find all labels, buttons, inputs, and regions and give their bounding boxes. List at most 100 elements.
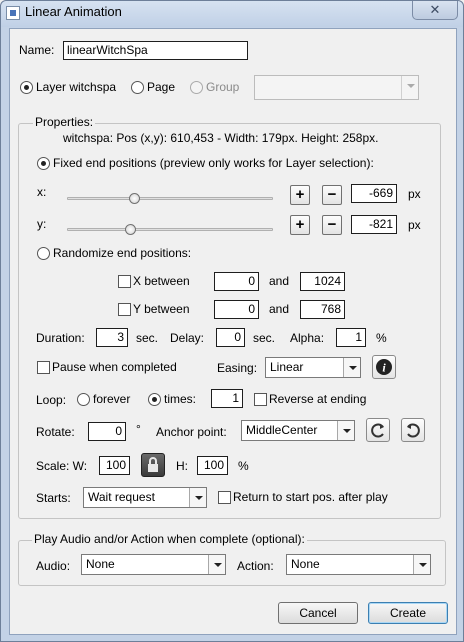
info-icon: i [376, 359, 392, 375]
alpha-unit: % [376, 331, 387, 345]
loop-forever-label[interactable]: forever [93, 392, 130, 406]
y-between-label[interactable]: Y between [133, 302, 190, 316]
y-minus-button[interactable]: − [322, 215, 342, 235]
x-label: x: [37, 185, 47, 199]
name-label: Name: [19, 43, 55, 57]
y-value-input[interactable]: -821 [351, 215, 397, 234]
page-radio[interactable] [131, 81, 144, 94]
x-between-to-input[interactable]: 1024 [300, 272, 345, 291]
action-select-value: None [291, 557, 320, 571]
x-unit: px [408, 187, 421, 201]
create-button[interactable]: Create [368, 602, 448, 624]
layer-radio[interactable] [20, 81, 33, 94]
rotate-input[interactable]: 0 [88, 422, 126, 441]
chevron-down-icon [337, 421, 354, 440]
loop-times-radio[interactable] [148, 393, 161, 406]
rotate-ccw-icon [371, 423, 384, 438]
complete-title: Play Audio and/or Action when complete (… [32, 532, 307, 546]
dialog-window: Linear Animation ✕ Name: linearWitchSpa … [0, 0, 464, 642]
audio-select[interactable]: None [81, 554, 226, 575]
scale-h-input[interactable]: 100 [197, 456, 228, 475]
pause-label[interactable]: Pause when completed [52, 360, 177, 374]
delay-input[interactable]: 0 [216, 328, 245, 347]
easing-info-button[interactable]: i [372, 355, 396, 379]
anchor-select[interactable]: MiddleCenter [241, 420, 355, 441]
lock-aspect-button[interactable] [141, 453, 165, 477]
layer-info: witchspa: Pos (x,y): 610,453 - Width: 17… [63, 131, 379, 145]
scale-h-label: H: [176, 459, 188, 473]
pause-checkbox[interactable] [37, 361, 50, 374]
close-button[interactable]: ✕ [412, 1, 458, 20]
chevron-down-icon [413, 555, 430, 574]
chevron-down-icon [189, 488, 206, 507]
properties-title: Properties: [33, 115, 96, 129]
page-radio-label[interactable]: Page [147, 80, 175, 94]
scale-w-input[interactable]: 100 [99, 456, 130, 475]
window-title: Linear Animation [25, 4, 122, 19]
scale-unit: % [238, 459, 249, 473]
loop-forever-radio[interactable] [77, 393, 90, 406]
starts-select-value: Wait request [88, 490, 155, 504]
lock-icon [148, 457, 158, 472]
x-value-input[interactable]: -669 [351, 184, 397, 203]
x-between-checkbox[interactable] [118, 275, 131, 288]
starts-label: Starts: [36, 491, 71, 505]
y-between-to-input[interactable]: 768 [300, 300, 345, 319]
delay-unit: sec. [253, 331, 276, 345]
reverse-label[interactable]: Reverse at ending [269, 392, 366, 406]
y-between-from-input[interactable]: 0 [214, 300, 259, 319]
rotate-label: Rotate: [36, 425, 75, 439]
anchor-label: Anchor point: [156, 425, 227, 439]
loop-label: Loop: [36, 393, 67, 407]
name-input[interactable]: linearWitchSpa [63, 41, 248, 60]
anchor-select-value: MiddleCenter [246, 423, 318, 437]
scale-w-label: Scale: W: [36, 459, 88, 473]
x-plus-button[interactable]: + [290, 185, 310, 205]
group-radio-label: Group [206, 80, 240, 94]
alpha-input[interactable]: 1 [336, 328, 366, 347]
group-radio[interactable] [190, 81, 203, 94]
y-label: y: [37, 217, 47, 231]
x-between-label[interactable]: X between [133, 274, 190, 288]
group-select[interactable] [254, 75, 419, 100]
x-minus-button[interactable]: − [322, 185, 342, 205]
loop-times-input[interactable]: 1 [211, 389, 243, 408]
chevron-down-icon [343, 358, 360, 377]
reverse-checkbox[interactable] [254, 393, 267, 406]
easing-select[interactable]: Linear [265, 357, 361, 378]
fixed-end-label[interactable]: Fixed end positions (preview only works … [53, 156, 374, 170]
x-between-from-input[interactable]: 0 [214, 272, 259, 291]
y-plus-button[interactable]: + [290, 215, 310, 235]
return-start-checkbox[interactable] [218, 491, 231, 504]
x-between-and: and [269, 274, 290, 288]
duration-unit: sec. [136, 331, 159, 345]
loop-times-label[interactable]: times: [164, 392, 196, 406]
randomize-radio[interactable] [37, 247, 50, 260]
action-label: Action: [237, 559, 274, 573]
chevron-down-icon [401, 76, 418, 99]
randomize-label[interactable]: Randomize end positions: [53, 246, 191, 260]
rotate-cw-button[interactable] [401, 418, 425, 442]
x-slider-track[interactable] [67, 197, 273, 200]
layer-radio-label[interactable]: Layer witchspa [36, 80, 116, 94]
rotate-unit: ° [136, 422, 141, 436]
y-slider-track[interactable] [67, 228, 273, 231]
action-select[interactable]: None [286, 554, 431, 575]
easing-label: Easing: [217, 361, 258, 375]
starts-select[interactable]: Wait request [83, 487, 207, 508]
cancel-button[interactable]: Cancel [278, 602, 358, 624]
rotate-cw-icon [407, 423, 420, 438]
y-between-checkbox[interactable] [118, 303, 131, 316]
dialog-body: Name: linearWitchSpa Layer witchspa Page… [9, 28, 457, 635]
duration-input[interactable]: 3 [96, 328, 128, 347]
fixed-end-radio[interactable] [37, 157, 50, 170]
rotate-ccw-button[interactable] [366, 418, 390, 442]
delay-label: Delay: [170, 331, 205, 345]
return-start-label[interactable]: Return to start pos. after play [233, 490, 388, 504]
audio-select-value: None [86, 557, 115, 571]
easing-select-value: Linear [270, 360, 304, 374]
y-unit: px [408, 218, 421, 232]
duration-label: Duration: [36, 331, 85, 345]
y-between-and: and [269, 302, 290, 316]
title-bar[interactable]: Linear Animation ✕ [1, 1, 463, 27]
